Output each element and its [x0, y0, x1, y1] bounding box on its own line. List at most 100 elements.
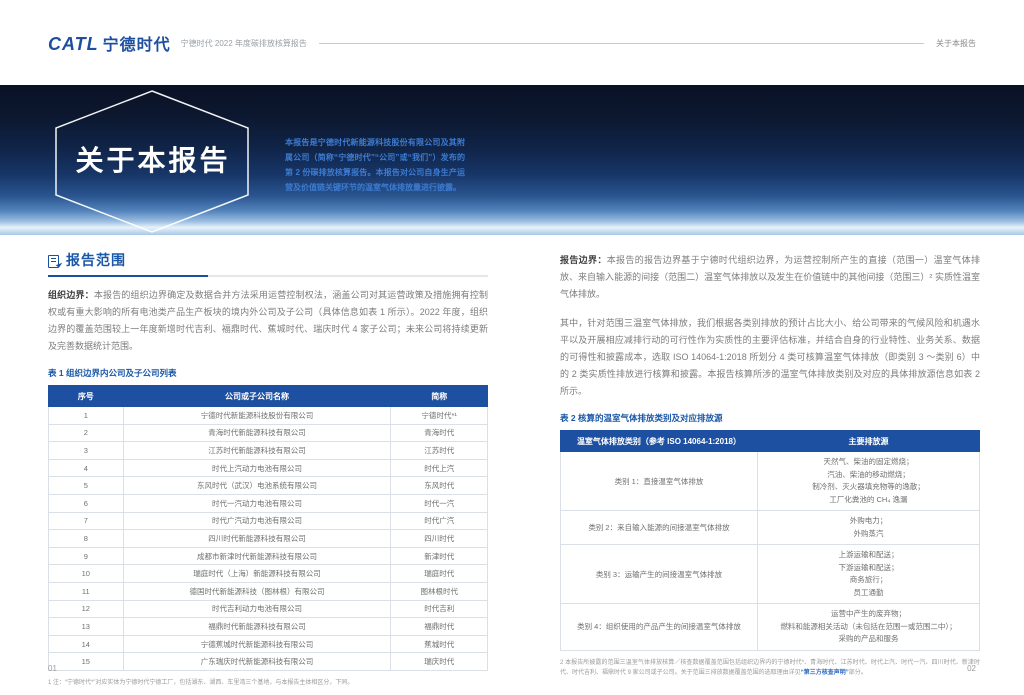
cell-index: 5	[48, 476, 124, 495]
cell-abbr: 时代上汽	[390, 458, 488, 478]
source-line: 运营中产生的废弃物；	[830, 609, 906, 618]
table-row: 11 德国时代新能源科技（图林根）有限公司 图林根时代	[48, 581, 488, 601]
org-boundary-body: 本报告的组织边界确定及数据合并方法采用运营控制权法，涵盖公司对其运营政策及措施拥…	[48, 290, 488, 351]
table-header-row: 温室气体排放类别（参考 ISO 14064-1:2018） 主要排放源	[560, 430, 981, 452]
table-row: 类别 4：组织使用的产品产生的间接温室气体排放 运营中产生的废弃物； 燃料和能源…	[560, 603, 981, 651]
table-row: 类别 2：来自输入能源的间接温室气体排放 外购电力； 外购蒸汽	[560, 510, 981, 545]
left-column: 报告范围 组织边界：本报告的组织边界确定及数据合并方法采用运营控制权法，涵盖公司…	[48, 250, 488, 688]
source-line: 上游运输和配送；	[838, 550, 899, 559]
report-boundary-body: 本报告的报告边界基于宁德时代组织边界，为运营控制所产生的直接（范围一）温室气体排…	[560, 255, 980, 299]
third-party-verification-link[interactable]: “第三方核查声明”	[801, 670, 849, 676]
cell-index: 7	[48, 511, 124, 531]
table2-caption: 表 2 核算的温室气体排放类别及对应排放源	[560, 413, 723, 423]
cell-company: 宁德蕉城时代新能源科技有限公司	[122, 634, 392, 654]
table2-footnote-suffix: 部分。	[848, 669, 867, 676]
source-line: 商务旅行；	[849, 575, 888, 584]
source-line: 燃料和能源相关活动（未包括在范围一或范围二中）；	[780, 621, 957, 631]
cell-company: 青海时代新能源科技有限公司	[122, 423, 392, 443]
org-boundary-lead: 组织边界：	[48, 290, 94, 300]
catl-logo-cn: 宁德时代	[102, 37, 171, 54]
cell-company: 宁德时代新能源科技股份有限公司	[122, 406, 392, 425]
col-header-company: 公司或子公司名称	[122, 385, 392, 407]
source-line: 汽油、柴油的移动燃烧；	[827, 469, 910, 479]
table-row: 14 宁德蕉城时代新能源科技有限公司 蕉城时代	[48, 634, 488, 654]
cell-abbr: 蕉城时代	[390, 634, 488, 654]
table2-footnote-text: 2 本报告所披露的范围三温室气体排放核算／核查数据覆盖范围包括组织边界内的宁德时…	[560, 659, 980, 676]
cell-index: 8	[48, 529, 124, 548]
table-row: 2 青海时代新能源科技有限公司 青海时代	[48, 423, 488, 443]
source-line: 员工通勤	[853, 587, 884, 597]
cell-company: 福鼎时代新能源科技有限公司	[122, 617, 392, 636]
cell-company: 德国时代新能源科技（图林根）有限公司	[122, 581, 392, 601]
report-boundary-paragraph: 报告边界：本报告的报告边界基于宁德时代组织边界，为运营控制所产生的直接（范围一）…	[560, 252, 980, 303]
cell-abbr: 时代一汽	[390, 493, 488, 513]
cell-category: 类别 3：运输产生的间接温室气体排放	[560, 544, 758, 604]
cell-sources: 上游运输和配送； 下游运输和配送； 商务旅行； 员工通勤	[756, 544, 981, 604]
table-row: 8 四川时代新能源科技有限公司 四川时代	[48, 529, 488, 548]
right-column: 报告边界：本报告的报告边界基于宁德时代组织边界，为运营控制所产生的直接（范围一）…	[560, 252, 981, 678]
cell-abbr: 时代广汽	[390, 511, 488, 531]
table-row: 15 广东瑞庆时代新能源科技有限公司 瑞庆时代	[48, 652, 488, 671]
catl-logo: CATL 宁德时代	[48, 31, 171, 55]
catl-logo-latin: CATL	[48, 34, 99, 54]
cell-company: 瑞庭时代（上海）新能源科技有限公司	[122, 564, 392, 583]
cell-category: 类别 2：来自输入能源的间接温室气体排放	[560, 510, 758, 545]
cell-abbr: 时代吉利	[390, 599, 488, 619]
cell-abbr: 瑞庭时代	[390, 564, 488, 583]
col-header-index: 序号	[48, 385, 124, 407]
cell-index: 13	[48, 617, 124, 636]
chapter-intro-text: 本报告是宁德时代新能源科技股份有限公司及其附属公司（简称“宁德时代”“公司”或“…	[285, 138, 465, 192]
cell-company: 四川时代新能源科技有限公司	[122, 529, 392, 548]
table-row: 类别 3：运输产生的间接温室气体排放 上游运输和配送； 下游运输和配送； 商务旅…	[560, 544, 981, 604]
source-line: 采购的产品和服务	[838, 634, 899, 643]
report-scope-icon	[48, 254, 63, 268]
cell-company: 广东瑞庆时代新能源科技有限公司	[122, 652, 392, 671]
table-row: 9 成都市新津时代新能源科技有限公司 新津时代	[48, 546, 488, 566]
table-row: 类别 1：直接温室气体排放 天然气、柴油的固定燃烧； 汽油、柴油的移动燃烧； 制…	[560, 451, 981, 511]
table2-footnote: 2 本报告所披露的范围三温室气体排放核算／核查数据覆盖范围包括组织边界内的宁德时…	[560, 658, 980, 678]
cell-index: 10	[48, 564, 124, 583]
cell-abbr: 江苏时代	[390, 441, 488, 460]
table1-caption: 表 1 组织边界内公司及子公司列表	[48, 368, 177, 378]
emission-categories-table: 温室气体排放类别（参考 ISO 14064-1:2018） 主要排放源 类别 1…	[560, 430, 981, 651]
cell-company: 时代上汽动力电池有限公司	[122, 458, 392, 478]
cell-sources: 天然气、柴油的固定燃烧； 汽油、柴油的移动燃烧； 制冷剂、灭火器填充物等的逸散；…	[756, 451, 981, 511]
cell-index: 6	[48, 493, 124, 513]
cell-company: 江苏时代新能源科技有限公司	[122, 441, 392, 460]
source-line: 工厂化粪池的 CH₄ 逸漏	[829, 494, 908, 504]
cell-company: 成都市新津时代新能源科技有限公司	[122, 546, 392, 566]
cell-sources: 外购电力； 外购蒸汽	[756, 510, 981, 545]
table-row: 7 时代广汽动力电池有限公司 时代广汽	[48, 511, 488, 531]
cell-index: 12	[48, 599, 124, 619]
cell-abbr: 福鼎时代	[390, 617, 488, 636]
table-header-row: 序号 公司或子公司名称 简称	[48, 385, 488, 407]
cell-sources: 运营中产生的废弃物； 燃料和能源相关活动（未包括在范围一或范围二中）； 采购的产…	[756, 603, 981, 651]
report-boundary-lead: 报告边界：	[560, 255, 607, 265]
cell-index: 9	[48, 546, 124, 566]
hero-banner: 关于本报告 本报告是宁德时代新能源科技股份有限公司及其附属公司（简称“宁德时代”…	[0, 85, 1024, 235]
chapter-title: 关于本报告	[75, 145, 231, 176]
cell-category: 类别 4：组织使用的产品产生的间接温室气体排放	[560, 603, 758, 651]
scope3-paragraph: 其中，针对范围三温室气体排放，我们根据各类别排放的预计占比大小、给公司带来的气候…	[560, 318, 980, 396]
section-rule	[48, 275, 488, 277]
cell-company: 时代吉利动力电池有限公司	[122, 599, 392, 619]
col-header-abbr: 简称	[390, 385, 488, 407]
page-number-left: 01	[48, 664, 57, 673]
subsidiaries-table: 序号 公司或子公司名称 简称 1 宁德时代新能源科技股份有限公司 宁德时代*¹ 2青…	[48, 385, 488, 671]
source-line: 外购蒸汽	[853, 528, 884, 538]
cell-abbr: 瑞庆时代	[390, 652, 488, 671]
report-page: CATL 宁德时代 宁德时代 2022 年度碳排放核算报告 关于本报告 关于本报…	[0, 0, 1024, 695]
source-line: 外购电力；	[849, 516, 888, 525]
table-row: 10 瑞庭时代（上海）新能源科技有限公司 瑞庭时代	[48, 564, 488, 583]
cell-abbr: 图林根时代	[390, 581, 488, 601]
cell-index: 15	[48, 652, 124, 671]
report-title-text: 宁德时代 2022 年度碳排放核算报告	[180, 38, 307, 48]
cell-company: 时代广汽动力电池有限公司	[122, 511, 392, 531]
cell-abbr: 东风时代	[390, 476, 488, 495]
section-title: 报告范围	[66, 252, 126, 268]
source-line: 制冷剂、灭火器填充物等的逸散；	[812, 482, 925, 491]
section-header: 报告范围	[48, 250, 488, 275]
cell-index: 1	[48, 406, 124, 425]
table-row: 5 东风时代（武汉）电池系统有限公司 东风时代	[48, 476, 488, 495]
page-number-right: 02	[967, 664, 976, 673]
